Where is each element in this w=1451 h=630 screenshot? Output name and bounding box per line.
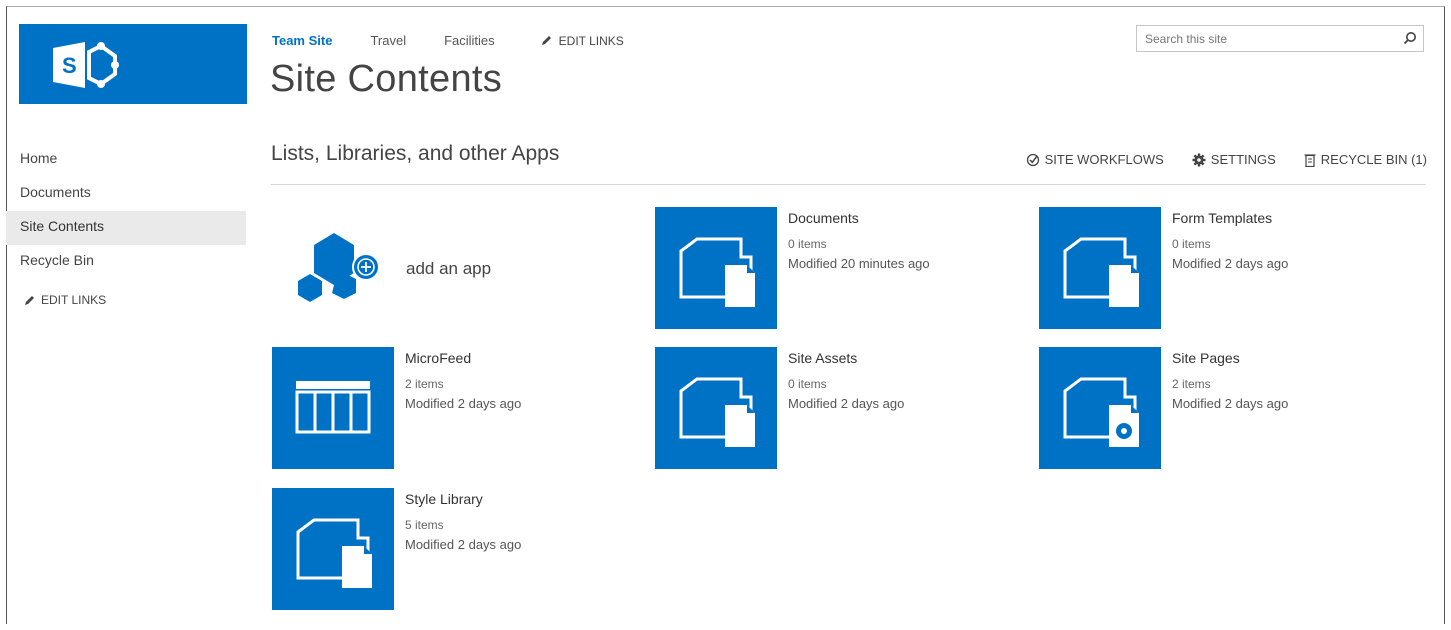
site-workflows-label: SITE WORKFLOWS (1044, 152, 1164, 167)
search-box (1136, 25, 1424, 52)
add-app-icon (298, 233, 380, 302)
top-edit-links-button[interactable]: EDIT LINKS (541, 34, 624, 48)
app-name: Style Library (405, 491, 483, 507)
page-title: Site Contents (270, 58, 503, 100)
app-tile-style-library[interactable]: Style Library 5 items Modified 2 days ag… (272, 488, 642, 610)
settings-label: SETTINGS (1210, 152, 1276, 167)
pencil-icon (541, 36, 551, 45)
app-tile-documents[interactable]: Documents 0 items Modified 20 minutes ag… (655, 207, 1025, 329)
app-name: Documents (788, 210, 859, 226)
top-edit-links-label: EDIT LINKS (558, 33, 624, 48)
top-nav: Team Site Travel Facilities EDIT LINKS (272, 33, 624, 48)
app-name: Site Pages (1172, 350, 1240, 366)
nav-item-documents[interactable]: Documents (6, 177, 246, 211)
sharepoint-logo[interactable]: S (19, 24, 247, 104)
top-nav-facilities[interactable]: Facilities (444, 33, 495, 48)
section-title: Lists, Libraries, and other Apps (271, 142, 560, 165)
nav-item-recycle-bin[interactable]: Recycle Bin (6, 245, 246, 279)
settings-button[interactable]: SETTINGS (1192, 152, 1276, 167)
nav-item-home[interactable]: Home (6, 143, 246, 177)
recycle-bin-label: RECYCLE BIN (1) (1320, 152, 1427, 167)
document-library-icon (272, 488, 394, 610)
workflow-check-icon (1026, 153, 1039, 166)
app-modified: Modified 2 days ago (405, 537, 522, 552)
nav-edit-links-label: EDIT LINKS (41, 293, 107, 307)
app-modified: Modified 20 minutes ago (788, 256, 930, 271)
app-item-count: 0 items (788, 377, 827, 391)
app-modified: Modified 2 days ago (1172, 396, 1289, 411)
app-item-count: 2 items (405, 377, 444, 391)
document-library-icon (1039, 207, 1161, 329)
app-modified: Modified 2 days ago (405, 396, 522, 411)
app-item-count: 5 items (405, 518, 444, 532)
app-name: Form Templates (1172, 210, 1273, 226)
recycle-bin-icon (1304, 153, 1316, 167)
app-modified: Modified 2 days ago (788, 396, 905, 411)
wiki-library-icon (1039, 347, 1161, 469)
app-tile-site-pages[interactable]: Site Pages 2 items Modified 2 days ago (1039, 347, 1409, 469)
gear-icon (1192, 153, 1206, 166)
sharepoint-logo-icon: S (53, 42, 119, 88)
app-item-count: 0 items (788, 237, 827, 251)
svg-text:S: S (62, 53, 77, 78)
quick-launch: Home Documents Site Contents Recycle Bin… (6, 143, 246, 307)
recycle-bin-button[interactable]: RECYCLE BIN (1) (1304, 152, 1427, 167)
app-item-count: 0 items (1172, 237, 1211, 251)
list-icon (272, 347, 394, 469)
app-tile-site-assets[interactable]: Site Assets 0 items Modified 2 days ago (655, 347, 1025, 469)
app-tile-form-templates[interactable]: Form Templates 0 items Modified 2 days a… (1039, 207, 1409, 329)
top-nav-team-site[interactable]: Team Site (272, 33, 332, 48)
app-item-count: 2 items (1172, 377, 1211, 391)
site-workflows-button[interactable]: SITE WORKFLOWS (1026, 152, 1164, 167)
app-modified: Modified 2 days ago (1172, 256, 1289, 271)
add-an-app-label: add an app (406, 259, 492, 278)
top-nav-travel[interactable]: Travel (370, 33, 406, 48)
search-icon[interactable] (1403, 31, 1417, 45)
section-actions: SITE WORKFLOWS SETTINGS RECYCLE BIN (1) (998, 152, 1427, 167)
document-library-icon (655, 207, 777, 329)
pencil-icon (25, 295, 34, 305)
nav-edit-links-button[interactable]: EDIT LINKS (6, 293, 246, 307)
add-an-app-tile[interactable]: add an app (272, 207, 642, 329)
nav-item-site-contents[interactable]: Site Contents (6, 211, 246, 245)
app-tile-microfeed[interactable]: MicroFeed 2 items Modified 2 days ago (272, 347, 642, 469)
document-library-icon (655, 347, 777, 469)
app-name: MicroFeed (405, 350, 472, 366)
search-input[interactable] (1137, 26, 1403, 51)
section-divider (271, 184, 1426, 185)
app-name: Site Assets (788, 350, 858, 366)
